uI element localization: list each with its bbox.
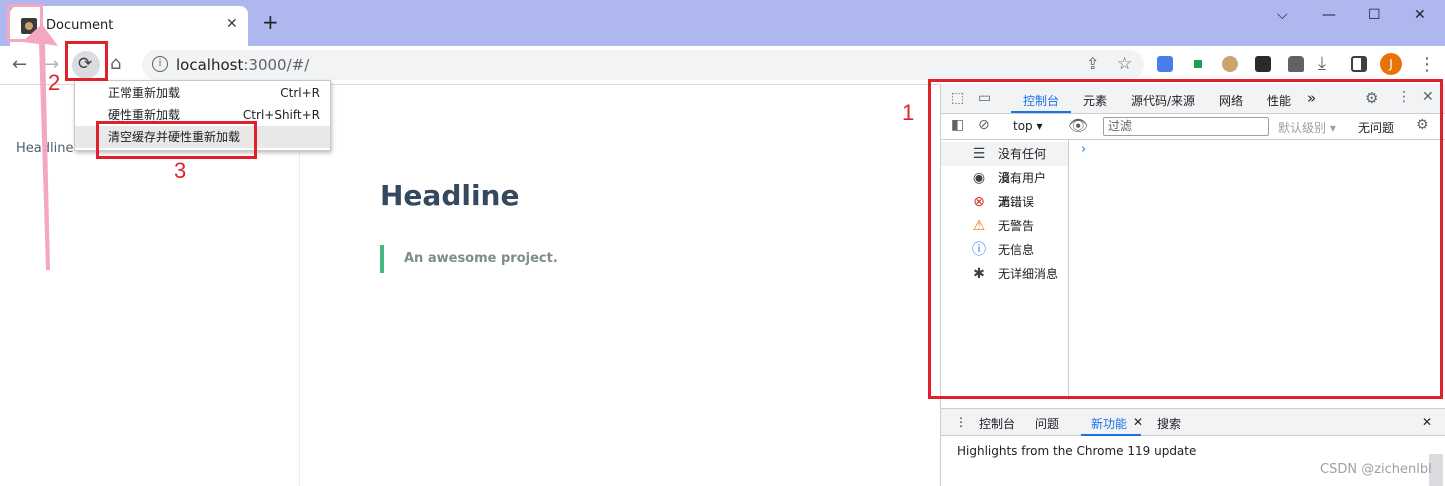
annotation-box-devtools <box>928 79 1443 399</box>
drawer-tabbar: ⋮ 控制台 问题 新功能 ✕ 搜索 ✕ <box>941 409 1445 436</box>
minimize-button[interactable]: — <box>1322 7 1336 23</box>
drawer-tab-console[interactable]: 控制台 <box>979 415 1015 432</box>
share-icon[interactable]: ⇪ <box>1086 55 1099 73</box>
translate-extension-icon[interactable] <box>1157 56 1173 72</box>
url-text: localhost:3000/#/ <box>176 56 309 74</box>
screenshot-root: Document ✕ + ⌵ — ☐ ✕ ← → ⟳ ⌂ i localhost… <box>0 0 1445 486</box>
profile-avatar[interactable]: J <box>1380 53 1402 75</box>
menu-item-normal-reload[interactable]: 正常重新加载 Ctrl+R <box>75 82 330 104</box>
drawer-tab-close-icon[interactable]: ✕ <box>1133 415 1143 429</box>
annotation-arrow <box>22 24 58 270</box>
annotation-box-menu-item <box>96 121 257 159</box>
drawer-tab-search[interactable]: 搜索 <box>1157 415 1181 432</box>
tab-close-icon[interactable]: ✕ <box>226 16 238 32</box>
menu-item-label: 正常重新加载 <box>108 86 181 100</box>
browser-titlebar: Document ✕ + ⌵ — ☐ ✕ <box>0 0 1445 46</box>
url-path: :3000/#/ <box>243 56 310 74</box>
drawer-active-tab-indicator <box>1081 434 1141 436</box>
x-extension-icon[interactable] <box>1255 56 1271 72</box>
site-info-icon[interactable]: i <box>152 56 168 72</box>
url-host: localhost <box>176 56 244 74</box>
whats-new-text: Highlights from the Chrome 119 update <box>957 444 1197 458</box>
new-tab-button[interactable]: + <box>262 12 279 32</box>
side-panel-icon[interactable] <box>1351 56 1367 72</box>
address-bar[interactable]: i localhost:3000/#/ ⇪ ☆ <box>142 50 1144 80</box>
annotation-number-2: 2 <box>48 70 61 95</box>
puzzle-extensions-icon[interactable] <box>1288 56 1304 72</box>
watermark: CSDN @zichenlbl <box>1320 462 1432 477</box>
green-flag-extension-icon[interactable] <box>1190 56 1206 72</box>
download-icon[interactable]: ⤓ <box>1318 55 1326 73</box>
maximize-button[interactable]: ☐ <box>1368 7 1381 23</box>
page-headline: Headline <box>380 179 520 212</box>
tab-search-chevron-icon[interactable]: ⌵ <box>1277 7 1288 23</box>
bookmark-star-icon[interactable]: ☆ <box>1117 55 1132 73</box>
annotation-number-3: 3 <box>174 158 187 183</box>
annotation-number-1: 1 <box>902 100 915 125</box>
drawer-tab-whats-new[interactable]: 新功能 <box>1091 415 1127 432</box>
annotation-box-reload <box>65 41 108 81</box>
drawer-menu-icon[interactable]: ⋮ <box>955 415 967 429</box>
page-blockquote: An awesome project. <box>380 245 558 273</box>
home-icon[interactable]: ⌂ <box>110 55 121 73</box>
owl-extension-icon[interactable] <box>1222 56 1238 72</box>
drawer-tab-issues[interactable]: 问题 <box>1035 415 1059 432</box>
menu-item-shortcut: Ctrl+R <box>280 86 320 100</box>
chrome-menu-icon[interactable]: ⋮ <box>1418 56 1436 74</box>
close-window-button[interactable]: ✕ <box>1414 7 1426 23</box>
drawer-close-icon[interactable]: ✕ <box>1422 415 1432 429</box>
